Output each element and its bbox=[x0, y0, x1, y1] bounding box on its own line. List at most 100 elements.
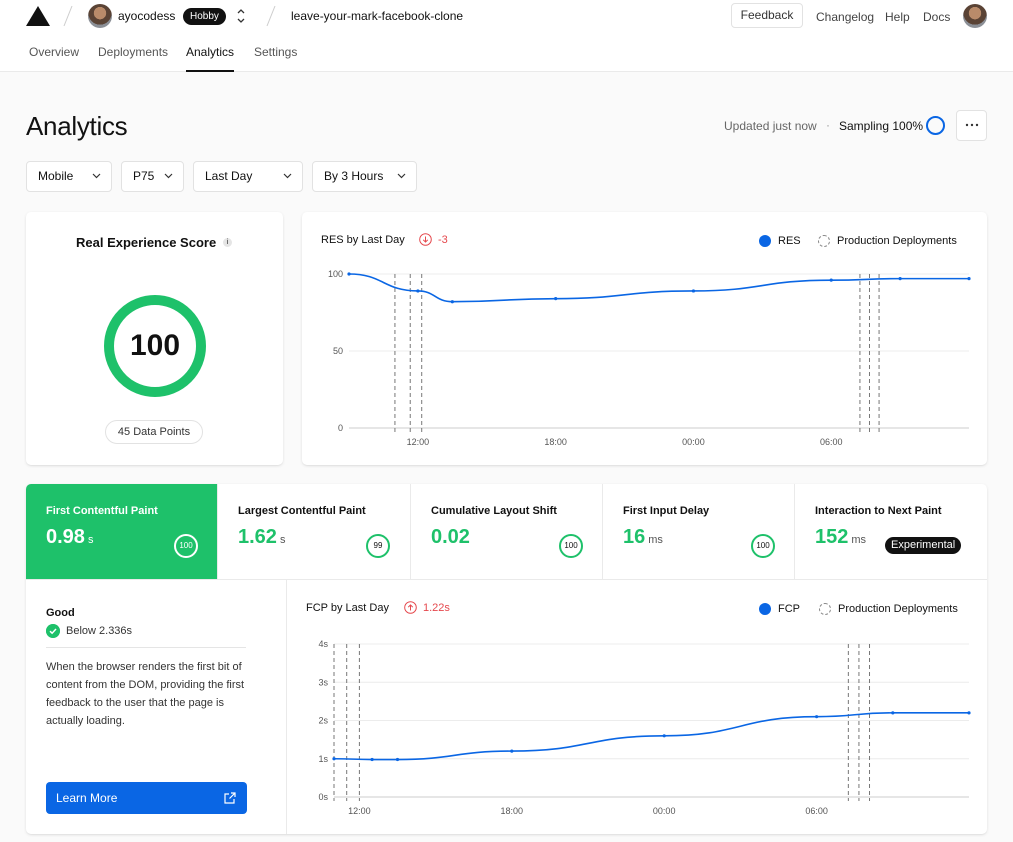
series-line bbox=[333, 712, 969, 761]
percentile-select-value: P75 bbox=[133, 169, 155, 183]
chevron-down-icon bbox=[92, 173, 101, 179]
score-card: Real Experience Score i 100 45 Data Poin… bbox=[26, 212, 283, 465]
metric-label: Cumulative Layout Shift bbox=[431, 505, 557, 517]
x-tick-label: 18:00 bbox=[501, 806, 524, 816]
data-points-pill: 45 Data Points bbox=[105, 420, 203, 444]
metric-fid[interactable]: First Input Delay 16 ms 100 bbox=[603, 484, 795, 579]
data-point bbox=[691, 289, 696, 293]
user-avatar[interactable] bbox=[88, 4, 112, 28]
fcp-detail-panel: Good Below 2.336s When the browser rende… bbox=[26, 579, 287, 834]
metric-score-badge: 100 bbox=[174, 534, 198, 558]
check-circle-icon bbox=[46, 624, 60, 638]
data-point bbox=[347, 272, 351, 276]
y-tick-label: 4s bbox=[318, 639, 328, 649]
data-point bbox=[554, 297, 558, 301]
x-tick-label: 12:00 bbox=[407, 437, 430, 447]
metric-fcp[interactable]: First Contentful Paint 0.98 s 100 bbox=[26, 484, 218, 579]
learn-more-label: Learn More bbox=[56, 791, 118, 805]
external-link-icon bbox=[224, 792, 236, 804]
tab-analytics[interactable]: Analytics bbox=[186, 45, 235, 72]
metric-description: When the browser renders the first bit o… bbox=[46, 661, 245, 727]
metric-label: Interaction to Next Paint bbox=[815, 505, 942, 517]
metric-lcp[interactable]: Largest Contentful Paint 1.62 s 99 bbox=[218, 484, 411, 579]
metric-label: First Input Delay bbox=[623, 505, 710, 517]
device-select[interactable]: Mobile bbox=[26, 161, 112, 192]
data-point bbox=[829, 278, 833, 282]
sampling-label: Sampling 100% bbox=[839, 119, 924, 133]
metrics-card: First Contentful Paint 0.98 s 100 Largest… bbox=[26, 484, 987, 834]
data-point bbox=[510, 749, 514, 753]
metric-value: 0.98 s bbox=[46, 526, 94, 548]
y-tick-label: 100 bbox=[328, 269, 343, 279]
fcp-chart-panel: FCP by Last Day 1.22s FCP Production Dep… bbox=[287, 579, 987, 834]
y-tick-label: 0s bbox=[318, 792, 328, 802]
data-point bbox=[662, 734, 666, 738]
dot-separator: · bbox=[826, 118, 830, 132]
project-name[interactable]: leave-your-mark-facebook-clone bbox=[291, 9, 463, 23]
learn-more-button[interactable]: Learn More bbox=[46, 782, 247, 814]
percentile-select[interactable]: P75 bbox=[121, 161, 184, 192]
top-bar: ayocodess Hobby leave-your-mark-facebook… bbox=[0, 0, 1013, 72]
docs-link[interactable]: Docs bbox=[923, 10, 950, 24]
metric-cls[interactable]: Cumulative Layout Shift 0.02 100 bbox=[411, 484, 603, 579]
updated-status: Updated just now bbox=[724, 119, 817, 133]
more-options-button[interactable] bbox=[956, 110, 987, 141]
data-point bbox=[450, 300, 454, 304]
metric-score-badge: 99 bbox=[366, 534, 390, 558]
data-point bbox=[967, 711, 971, 715]
x-tick-label: 06:00 bbox=[820, 437, 843, 447]
grouping-select-value: By 3 Hours bbox=[324, 169, 384, 183]
feedback-button[interactable]: Feedback bbox=[731, 3, 803, 28]
threshold-text: Below 2.336s bbox=[66, 625, 133, 637]
data-point bbox=[815, 715, 819, 719]
res-line-chart[interactable]: 0 50 100 12:00 18:00 00:00 06:00 bbox=[302, 212, 987, 465]
slash-separator-icon bbox=[63, 5, 73, 27]
metric-value: 152 ms bbox=[815, 526, 867, 548]
slash-separator-icon bbox=[266, 5, 276, 27]
metric-inp[interactable]: Interaction to Next Paint 152 ms Experime… bbox=[795, 484, 987, 579]
grouping-select[interactable]: By 3 Hours bbox=[312, 161, 417, 192]
score-value: 100 bbox=[129, 329, 181, 362]
chevron-down-icon bbox=[397, 173, 406, 179]
metric-score-badge: 100 bbox=[751, 534, 775, 558]
tab-deployments[interactable]: Deployments bbox=[98, 45, 168, 72]
chevron-down-icon bbox=[164, 173, 173, 179]
data-point bbox=[416, 289, 420, 293]
score-title: Real Experience Score bbox=[76, 235, 217, 250]
plan-badge: Hobby bbox=[183, 8, 226, 25]
range-select[interactable]: Last Day bbox=[193, 161, 303, 192]
help-link[interactable]: Help bbox=[885, 10, 910, 24]
metric-score-badge: 100 bbox=[559, 534, 583, 558]
data-point bbox=[332, 757, 336, 761]
x-tick-label: 06:00 bbox=[805, 806, 828, 816]
tab-settings[interactable]: Settings bbox=[254, 45, 297, 72]
series-line bbox=[348, 273, 969, 303]
chevron-up-down-icon[interactable] bbox=[235, 6, 247, 26]
y-tick-label: 1s bbox=[318, 754, 328, 764]
fcp-line-chart[interactable]: 0s 1s 2s 3s 4s 12:00 18:00 00:00 06:00 bbox=[287, 580, 987, 835]
data-point bbox=[395, 757, 400, 762]
logo-triangle-icon[interactable] bbox=[26, 6, 50, 26]
metric-label: First Contentful Paint bbox=[46, 505, 158, 517]
divider bbox=[46, 647, 246, 648]
changelog-link[interactable]: Changelog bbox=[816, 10, 874, 24]
x-tick-label: 18:00 bbox=[544, 437, 567, 447]
username[interactable]: ayocodess bbox=[118, 9, 175, 23]
y-tick-label: 3s bbox=[318, 677, 328, 687]
ellipsis-icon bbox=[965, 124, 978, 127]
metric-value: 0.02 bbox=[431, 526, 470, 548]
device-select-value: Mobile bbox=[38, 169, 74, 183]
chevron-down-icon bbox=[283, 173, 292, 179]
experimental-badge: Experimental bbox=[885, 537, 962, 554]
x-tick-label: 12:00 bbox=[348, 806, 371, 816]
range-select-value: Last Day bbox=[205, 169, 253, 183]
x-tick-label: 00:00 bbox=[682, 437, 705, 447]
data-point bbox=[891, 711, 895, 715]
tab-overview[interactable]: Overview bbox=[29, 45, 79, 72]
y-tick-label: 2s bbox=[318, 716, 328, 726]
y-tick-label: 50 bbox=[333, 346, 343, 356]
metric-value: 1.62 s bbox=[238, 526, 286, 548]
account-avatar[interactable] bbox=[963, 4, 987, 28]
sampling-ring-icon bbox=[926, 116, 945, 135]
info-icon[interactable]: i bbox=[223, 238, 232, 247]
